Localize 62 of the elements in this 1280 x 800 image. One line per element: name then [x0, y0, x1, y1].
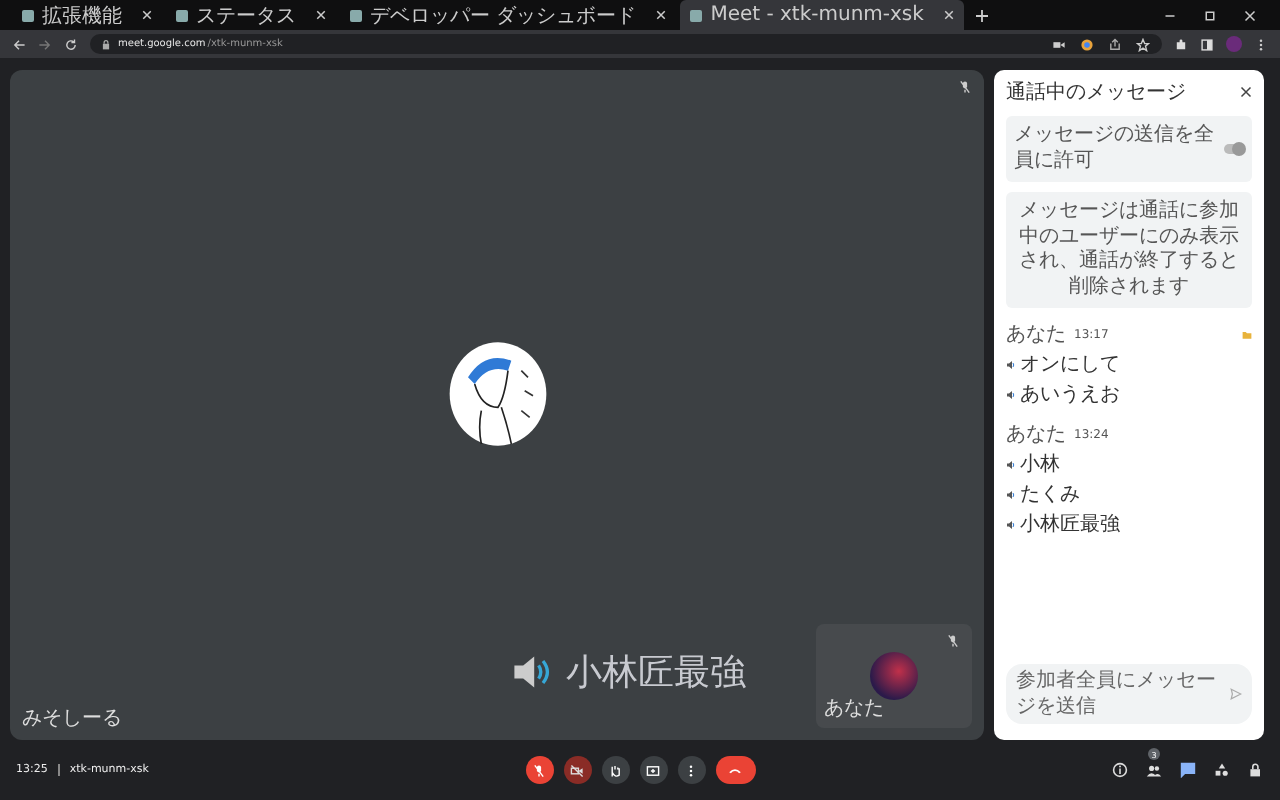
- lock-icon: [102, 39, 110, 49]
- participant-name: みそしーる: [22, 706, 122, 732]
- close-icon[interactable]: [1240, 86, 1252, 98]
- new-tab-icon[interactable]: [975, 9, 988, 21]
- camera-button[interactable]: [563, 756, 591, 784]
- speaker-icon: [1006, 359, 1016, 369]
- phone-icon: [728, 763, 742, 777]
- more-icon[interactable]: [1254, 37, 1268, 51]
- speaker-icon: [1006, 519, 1016, 529]
- sender-name: あなた: [1006, 422, 1066, 448]
- tab-favicon-icon: [176, 9, 188, 21]
- back-icon[interactable]: [12, 37, 26, 51]
- setting-label: メッセージの送信を全員に許可: [1014, 124, 1216, 174]
- message-field[interactable]: 参加者全員にメッセージを送信: [1006, 664, 1252, 724]
- speaker-icon: [1006, 389, 1016, 399]
- maximize-icon[interactable]: [1204, 9, 1216, 21]
- caption-text: 小林匠最強: [566, 650, 746, 696]
- participant-name: あなた: [824, 696, 884, 722]
- camera-icon[interactable]: [1052, 37, 1066, 51]
- present-button[interactable]: [639, 756, 667, 784]
- panel-title: 通話中のメッセージ: [1006, 79, 1186, 106]
- notice-text: メッセージは通話に参加中のユーザーにのみ表示され、通話が終了すると削除されます: [1006, 192, 1252, 308]
- microphone-button[interactable]: [525, 756, 553, 784]
- hand-icon: [608, 763, 622, 777]
- sender-name: あなた: [1006, 322, 1066, 348]
- chat-message: あいうえお: [1020, 382, 1120, 408]
- star-icon[interactable]: [1136, 37, 1150, 51]
- present-icon: [646, 763, 660, 777]
- lock-icon[interactable]: [1248, 762, 1264, 778]
- end-call-button[interactable]: [715, 756, 755, 784]
- tab-favicon-icon: [690, 9, 703, 21]
- reload-icon[interactable]: [64, 37, 78, 51]
- shapes-icon[interactable]: [1214, 762, 1230, 778]
- toggle-switch[interactable]: [1224, 144, 1244, 154]
- browser-tab[interactable]: デベロッパー ダッシュボード: [340, 0, 677, 30]
- speaker-icon: [1006, 459, 1016, 469]
- tab-favicon-icon: [350, 9, 362, 21]
- chat-message: 小林: [1020, 451, 1060, 478]
- share-icon[interactable]: [1108, 37, 1122, 51]
- chat-icon[interactable]: [1180, 762, 1196, 778]
- speaker-icon: [1006, 489, 1016, 499]
- more-icon: [684, 763, 698, 777]
- tab-favicon-icon: [22, 9, 34, 21]
- sidebar-icon[interactable]: [1200, 37, 1214, 51]
- browser-tab[interactable]: Meet - xtk-munm-xsk: [680, 0, 964, 30]
- browser-tab[interactable]: ステータス: [166, 0, 336, 30]
- avatar: [870, 652, 918, 700]
- raise-hand-button[interactable]: [601, 756, 629, 784]
- chat-message: 小林匠最強: [1020, 511, 1120, 538]
- chat-message: たくみ: [1020, 482, 1080, 508]
- puzzle-icon[interactable]: [1174, 37, 1188, 51]
- info-icon[interactable]: [1112, 762, 1128, 778]
- camera-off-icon: [570, 763, 584, 777]
- circle-icon[interactable]: [1080, 37, 1094, 51]
- more-options-button[interactable]: [677, 756, 705, 784]
- people-icon[interactable]: [1146, 762, 1162, 778]
- chat-message: オンにして: [1020, 352, 1120, 378]
- mic-off-icon: [532, 763, 546, 777]
- minimize-icon[interactable]: [1164, 9, 1176, 21]
- message-input[interactable]: 参加者全員にメッセージを送信: [1016, 668, 1230, 720]
- forward-icon[interactable]: [38, 37, 52, 51]
- browser-tab[interactable]: 拡張機能: [12, 0, 162, 30]
